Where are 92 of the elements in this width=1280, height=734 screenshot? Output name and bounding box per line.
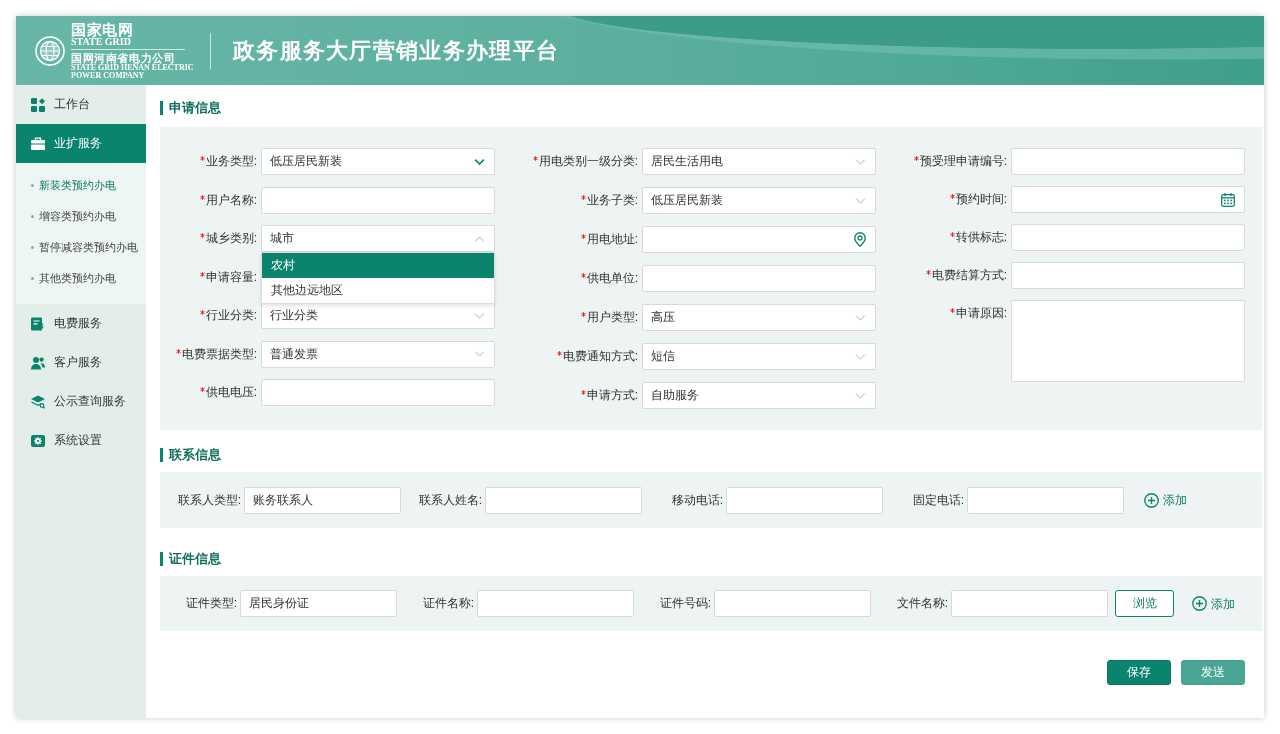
select-field[interactable]: 短信	[642, 343, 876, 370]
text-field[interactable]	[1011, 262, 1245, 289]
field-label: 申请原因:	[955, 305, 1007, 322]
dropdown-option[interactable]: 其他边远地区	[262, 278, 494, 303]
field-label: 申请容量:	[205, 268, 257, 286]
field-label: 电费票据类型:	[181, 345, 257, 363]
field-label: 申请方式:	[586, 387, 638, 404]
sidebar-item[interactable]: 业扩服务	[16, 124, 146, 163]
settings-icon	[31, 434, 45, 447]
field-label: 文件名称:	[895, 595, 948, 612]
field-label: 预约时间:	[955, 191, 1007, 208]
sidebar-item[interactable]: 公示查询服务	[16, 382, 146, 421]
layers-search-icon	[31, 394, 45, 409]
field-label: 用户类型:	[586, 309, 638, 326]
field-label: 城乡类别:	[205, 230, 257, 247]
text-field[interactable]	[261, 186, 495, 214]
globe-logo-icon	[35, 35, 65, 66]
plus-circle-icon	[1144, 492, 1159, 508]
address-field[interactable]	[642, 226, 876, 253]
bullet-icon	[31, 184, 34, 187]
bullet-icon	[31, 277, 34, 280]
submenu-item[interactable]: 新装类预约办电	[16, 170, 146, 201]
text-field[interactable]	[642, 265, 876, 292]
field-label: 证件名称:	[421, 595, 474, 612]
text-field[interactable]	[485, 486, 642, 514]
field-label: 行业分类:	[205, 307, 257, 324]
field-label: 联系人姓名:	[417, 491, 482, 509]
field-label: 用电类别一级分类:	[538, 153, 638, 170]
text-field[interactable]	[714, 590, 871, 617]
sidebar-item[interactable]: 工作台	[16, 85, 146, 124]
map-pin-icon	[854, 232, 866, 247]
dropdown-option[interactable]: 农村	[262, 253, 494, 278]
section-title: 申请信息	[160, 101, 221, 115]
field-label: 供电单位:	[586, 270, 638, 287]
sidebar-item[interactable]: 系统设置	[16, 421, 146, 460]
select-field[interactable]: 低压居民新装	[261, 148, 495, 175]
company-name-en: STATE GRID HENAN ELECTRIC POWER COMPANY	[71, 63, 195, 80]
field-label: 证件号码:	[658, 595, 711, 612]
select-field[interactable]: 普通发票	[261, 340, 495, 368]
field-label: 转供标志:	[955, 229, 1007, 246]
text-field[interactable]	[261, 379, 495, 406]
select-field[interactable]: 低压居民新装	[642, 187, 876, 214]
logo-name-en: STATE GRID	[71, 36, 131, 47]
logo-name: 国家电网	[71, 21, 133, 37]
field-label: 业务类型:	[205, 153, 257, 170]
calendar-icon	[1221, 192, 1235, 207]
save-button[interactable]: 保存	[1107, 660, 1171, 685]
text-field[interactable]	[726, 486, 883, 514]
field-label: 电费通知方式:	[562, 348, 638, 365]
select-field[interactable]: 自助服务	[642, 382, 876, 409]
field-label: 用户名称:	[205, 191, 257, 209]
text-field[interactable]	[477, 590, 634, 617]
section-title: 联系信息	[160, 448, 221, 462]
add-button[interactable]: 添加	[1144, 492, 1187, 508]
select-field[interactable]: 居民生活用电	[642, 148, 876, 175]
textarea-field[interactable]	[1011, 300, 1245, 382]
app-title: 政务服务大厅营销业务办理平台	[233, 36, 560, 65]
section-title: 证件信息	[160, 552, 221, 566]
field-label: 预受理申请编号:	[919, 153, 1007, 170]
date-field[interactable]	[1011, 186, 1245, 213]
briefcase-icon	[31, 137, 45, 150]
text-field[interactable]: 居民身份证	[240, 590, 397, 617]
sidebar-item[interactable]: 电费服务	[16, 304, 146, 343]
field-label: 供电电压:	[205, 384, 257, 401]
users-icon	[31, 355, 45, 370]
bullet-icon	[31, 215, 34, 218]
field-label: 固定电话:	[911, 491, 964, 509]
field-label: 联系人类型:	[176, 491, 241, 509]
field-label: 证件类型:	[184, 595, 237, 612]
select-field[interactable]: 行业分类	[261, 302, 495, 329]
dashboard-grid-icon	[31, 97, 45, 112]
select-field[interactable]: 高压	[642, 304, 876, 331]
text-field[interactable]	[967, 486, 1124, 514]
bill-document-icon	[31, 316, 45, 331]
sidebar-item[interactable]: 客户服务	[16, 343, 146, 382]
text-field[interactable]: 账务联系人	[244, 486, 401, 514]
field-label: 业务子类:	[586, 192, 638, 209]
submenu-item[interactable]: 增容类预约办电	[16, 201, 146, 232]
browse-button[interactable]: 浏览	[1115, 590, 1174, 617]
select-field[interactable]: 城市	[261, 225, 495, 252]
bullet-icon	[31, 246, 34, 249]
plus-circle-icon	[1192, 596, 1207, 611]
company-name: 国网河南省电力公司	[71, 51, 176, 64]
text-field[interactable]	[1011, 148, 1245, 175]
submenu-item[interactable]: 暂停减容类预约办电	[16, 232, 146, 263]
field-label: 移动电话:	[670, 491, 723, 509]
add-button[interactable]: 添加	[1192, 595, 1235, 612]
submenu-item[interactable]: 其他类预约办电	[16, 263, 146, 294]
field-label: 用电地址:	[586, 231, 638, 248]
field-label: 电费结算方式:	[931, 267, 1007, 284]
text-field[interactable]	[1011, 224, 1245, 251]
text-field[interactable]	[951, 590, 1108, 617]
